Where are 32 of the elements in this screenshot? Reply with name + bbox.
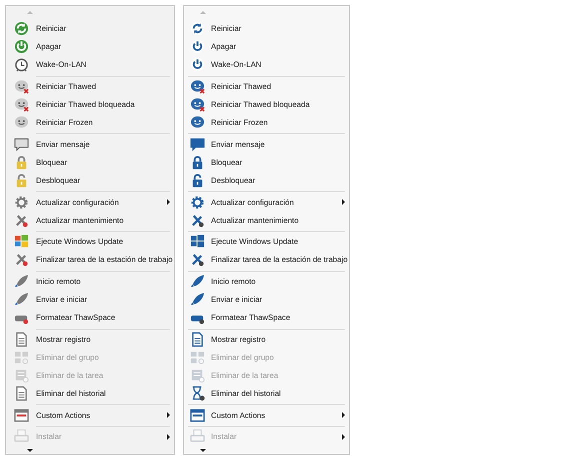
network-icon xyxy=(14,350,28,365)
scroll-down-icon[interactable] xyxy=(27,448,33,452)
refresh-icon xyxy=(14,21,28,36)
face-icon xyxy=(190,114,205,130)
document-icon xyxy=(14,386,28,401)
face-icon xyxy=(14,97,28,112)
printer-icon xyxy=(190,429,205,444)
speech-bubble-icon xyxy=(190,136,205,152)
face-icon xyxy=(190,97,205,112)
face-icon xyxy=(190,79,205,94)
power-icon xyxy=(14,39,28,54)
document-icon xyxy=(190,332,205,347)
printer-icon xyxy=(14,429,28,444)
lock-icon xyxy=(190,172,205,188)
face-icon xyxy=(14,114,28,130)
power-icon xyxy=(190,57,205,72)
windows-icon xyxy=(190,234,205,250)
document-icon xyxy=(14,332,28,347)
windows-icon xyxy=(14,234,28,250)
lock-icon xyxy=(190,154,205,170)
clock-icon xyxy=(14,57,28,72)
scroll-down-icon[interactable] xyxy=(200,448,206,452)
window-icon xyxy=(14,408,28,423)
speech-bubble-icon xyxy=(14,136,28,152)
gear-icon xyxy=(14,194,28,210)
face-icon xyxy=(14,79,28,94)
power-icon xyxy=(190,39,205,54)
gear-icon xyxy=(190,194,205,210)
hourglass-icon xyxy=(190,386,205,401)
window-icon xyxy=(190,408,205,423)
refresh-icon xyxy=(190,21,205,36)
network-icon xyxy=(190,350,205,365)
